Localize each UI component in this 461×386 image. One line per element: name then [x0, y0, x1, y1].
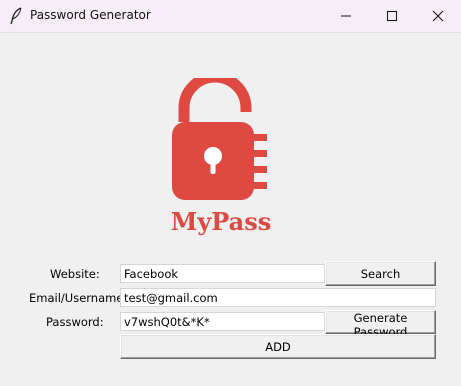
email-label: Email/Username: — [29, 291, 128, 305]
generate-password-button[interactable]: Generate Password — [325, 310, 436, 339]
email-input[interactable] — [120, 288, 436, 307]
search-button[interactable]: Search — [325, 261, 436, 286]
logo-text: MyPass — [171, 207, 272, 236]
mypass-logo: MyPass — [171, 78, 272, 236]
minimize-button[interactable] — [323, 0, 369, 32]
password-label: Password: — [46, 315, 104, 329]
close-icon — [432, 10, 444, 22]
add-button[interactable]: ADD — [120, 334, 436, 359]
website-label: Website: — [50, 267, 100, 281]
minimize-icon — [341, 15, 351, 17]
website-input[interactable] — [120, 264, 325, 283]
maximize-button[interactable] — [369, 0, 415, 32]
feather-icon — [10, 7, 22, 25]
unlocked-padlock-icon — [172, 78, 267, 200]
close-button[interactable] — [415, 0, 461, 32]
window-title: Password Generator — [30, 8, 151, 22]
title-bar: Password Generator — [0, 0, 461, 33]
password-input[interactable] — [120, 312, 325, 331]
maximize-icon — [387, 11, 397, 21]
